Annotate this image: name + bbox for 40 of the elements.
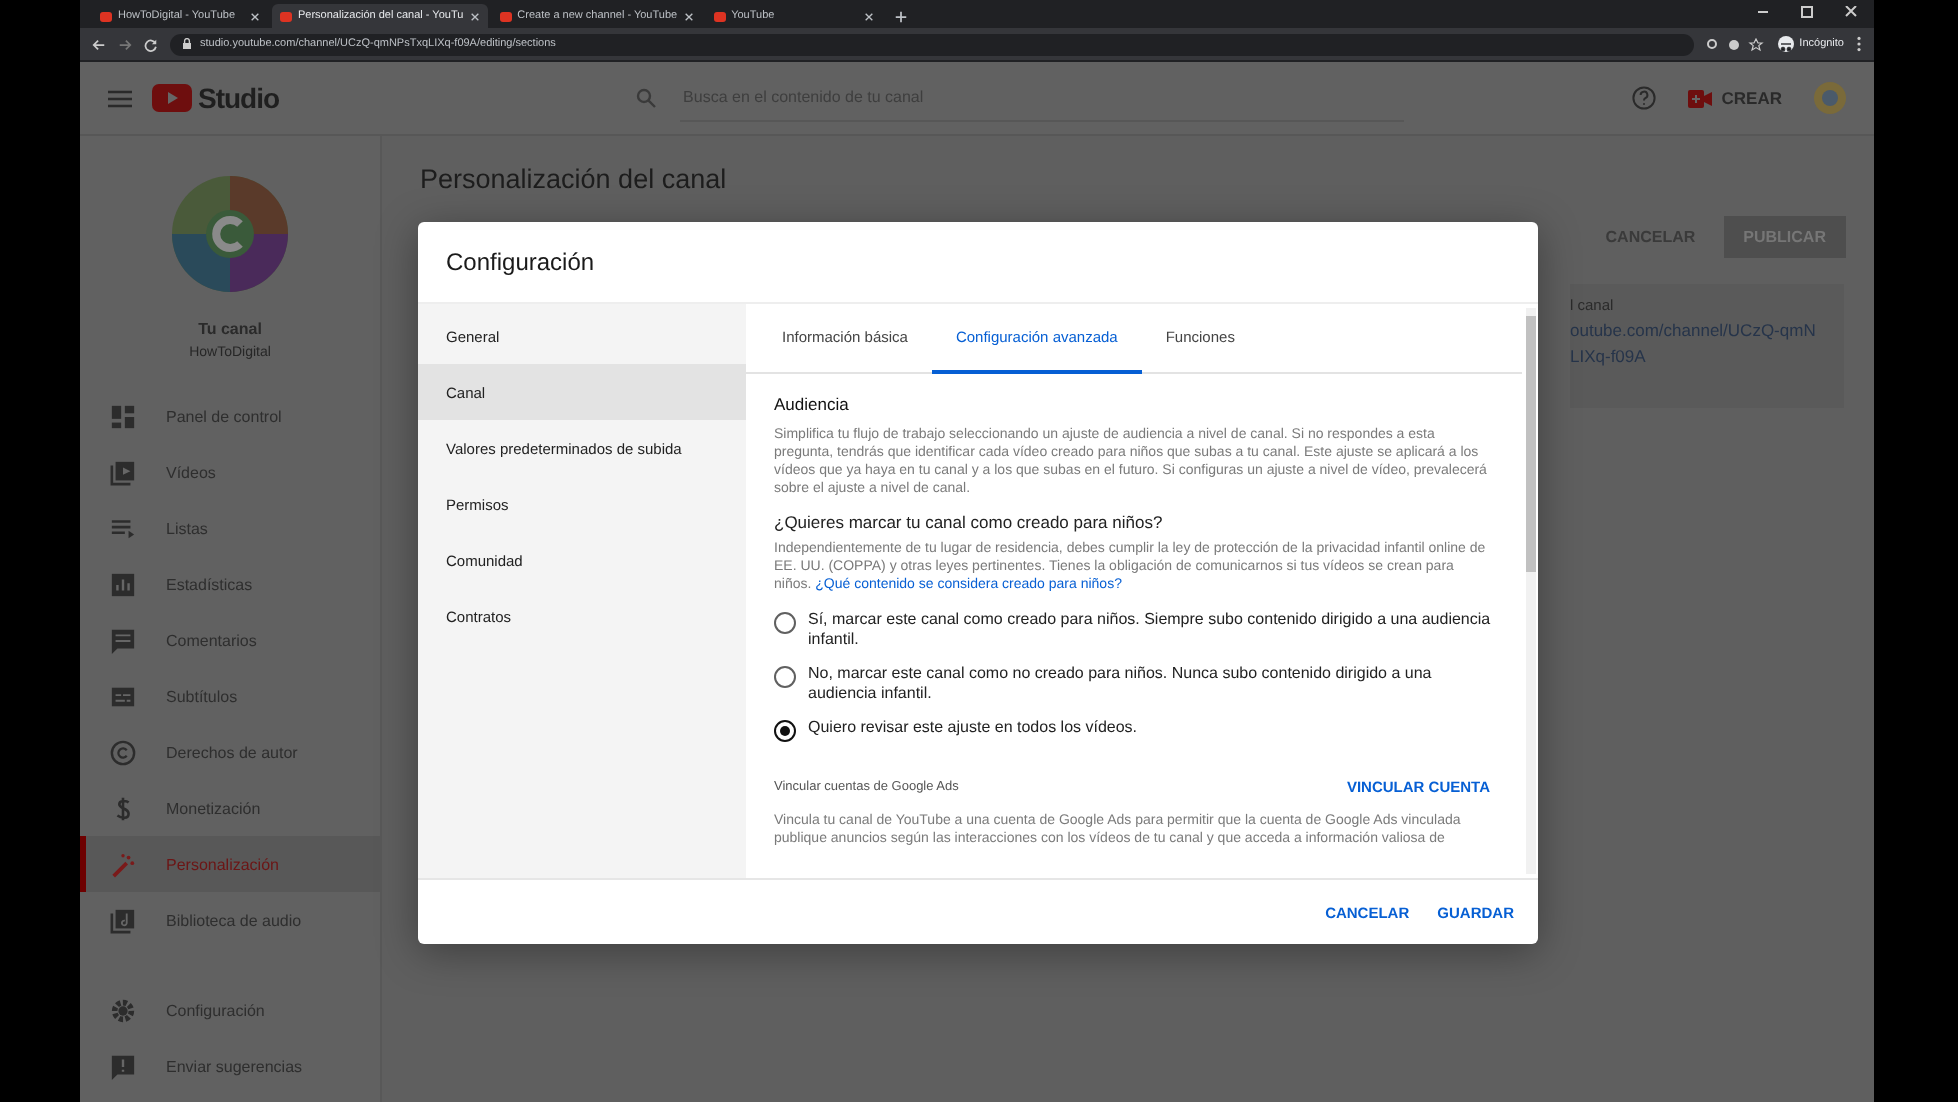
radio-button[interactable] <box>774 612 796 634</box>
close-icon[interactable] <box>469 11 480 21</box>
wand-icon <box>110 851 136 877</box>
scrollbar-thumb[interactable] <box>1526 316 1536 572</box>
channel-title: Tu canal <box>198 320 262 338</box>
gear-icon <box>110 997 136 1023</box>
close-icon[interactable] <box>683 11 694 21</box>
page-title: Personalización del canal <box>420 164 727 194</box>
dialog-title: Configuración <box>446 248 595 276</box>
section-title: Audiencia <box>774 394 851 414</box>
plus-icon[interactable] <box>893 10 908 24</box>
channel-avatar-icon[interactable] <box>172 176 288 292</box>
radio-option[interactable]: Sí, marcar este canal como creado para niños. Siempre subo contenido dirigido a una audiencia infantil. <box>774 610 1494 650</box>
forward-icon[interactable] <box>118 37 132 51</box>
feedback-icon <box>110 1053 136 1079</box>
menu-icon[interactable] <box>1856 36 1862 52</box>
play-logo-icon <box>152 84 192 112</box>
video-icon <box>110 459 136 485</box>
radio-button[interactable] <box>774 720 796 742</box>
copyright-icon <box>110 739 136 765</box>
radio-button[interactable] <box>774 666 796 688</box>
chart-icon <box>110 571 136 597</box>
radio-option[interactable]: Quiero revisar este ajuste en todos los vídeos. <box>774 718 1494 742</box>
lock-icon <box>182 38 192 50</box>
dashboard-icon <box>110 403 136 429</box>
incognito-icon[interactable] <box>1777 36 1794 52</box>
radio-option[interactable]: No, marcar este canal como no creado para niños. Nunca subo contenido dirigido a una audiencia infantil. <box>774 664 1494 704</box>
close-icon[interactable] <box>863 11 874 21</box>
subtitles-icon <box>110 683 136 709</box>
close-icon[interactable] <box>250 11 260 21</box>
search-icon <box>635 88 656 108</box>
comment-icon <box>110 627 136 653</box>
toolbar-icons[interactable] <box>1705 37 1766 51</box>
reload-icon[interactable] <box>144 37 158 51</box>
question-title: ¿Quieres marcar tu canal como creado para niños? <box>774 512 1165 532</box>
list-icon <box>110 515 136 541</box>
logo-text: Studio <box>198 82 280 114</box>
music-library-icon <box>110 907 136 933</box>
back-icon[interactable] <box>92 37 106 51</box>
camera-icon <box>1687 89 1712 107</box>
